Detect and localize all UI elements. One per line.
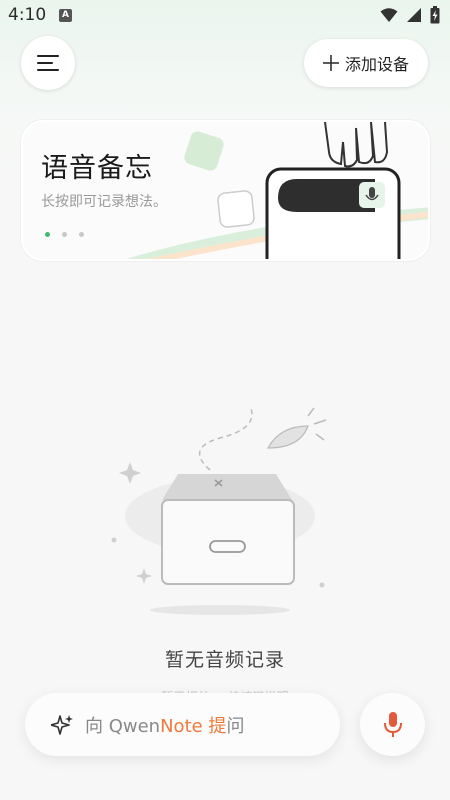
ask-prefix: 向 Qwen <box>85 715 161 737</box>
carousel-dot <box>62 232 67 237</box>
ask-qwennote-input[interactable]: 向 QwenNote 提问 <box>25 693 340 756</box>
status-bar: 4:10 A <box>0 0 450 34</box>
add-device-button[interactable]: 添加设备 <box>304 39 428 87</box>
empty-state-message: 暂无音频记录 <box>164 649 285 671</box>
ask-placeholder: 向 QwenNote 提问 <box>85 712 244 738</box>
carousel-dot-active <box>45 232 50 237</box>
notification-app-icon: A <box>59 9 72 22</box>
ask-brand-highlight: Note <box>160 715 203 737</box>
banner-title: 语音备忘 <box>41 153 153 184</box>
signal-icon <box>407 8 421 22</box>
record-mic-button[interactable] <box>360 693 425 756</box>
voice-memo-banner[interactable]: 语音备忘 长按即可记录想法。 <box>21 120 430 261</box>
empty-box-illustration <box>111 405 327 615</box>
microphone-icon <box>383 711 402 737</box>
banner-subtitle: 长按即可记录想法。 <box>41 194 167 210</box>
ask-suffix-highlight: 提 <box>202 715 227 737</box>
wifi-icon <box>380 8 398 22</box>
plus-icon <box>322 55 339 71</box>
carousel-indicator <box>45 232 84 237</box>
sparkle-icon <box>51 714 73 735</box>
battery-icon <box>430 6 440 24</box>
carousel-dot <box>79 232 84 237</box>
menu-icon <box>37 55 59 71</box>
ask-suffix: 问 <box>226 715 245 737</box>
add-device-label: 添加设备 <box>344 55 409 74</box>
status-indicators <box>380 6 440 24</box>
menu-button[interactable] <box>21 36 75 90</box>
status-time: 4:10 <box>8 5 47 25</box>
